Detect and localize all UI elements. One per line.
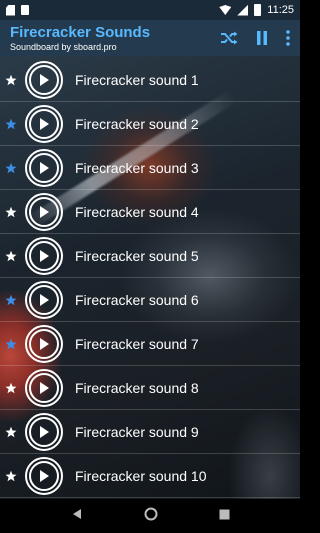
shuffle-icon[interactable] [220,31,238,45]
sound-label: Firecracker sound 10 [75,467,207,484]
sound-row-2[interactable]: Firecracker sound 2 [0,102,300,146]
play-button[interactable] [25,60,63,99]
app-title: Firecracker Sounds [10,23,151,41]
play-button[interactable] [25,412,63,451]
wifi-icon [219,5,232,15]
pause-icon[interactable] [256,31,268,45]
battery-icon [254,4,262,16]
star-icon[interactable] [0,470,22,482]
sound-row-7[interactable]: Firecracker sound 7 [0,322,300,366]
app-bar: Firecracker Sounds Soundboard by sboard.… [0,20,300,56]
star-icon[interactable] [0,118,22,130]
sound-label: Firecracker sound 9 [75,423,199,440]
app-subtitle: Soundboard by sboard.pro [10,41,117,52]
play-button[interactable] [25,280,63,319]
star-icon[interactable] [0,426,22,438]
star-icon[interactable] [0,338,22,350]
sound-row-1[interactable]: Firecracker sound 1 [0,58,300,102]
notification-icon [21,5,29,15]
back-icon[interactable] [71,507,83,525]
play-button[interactable] [25,192,63,231]
more-vert-icon[interactable] [286,30,290,46]
sound-label: Firecracker sound 6 [75,291,199,308]
play-button[interactable] [25,104,63,143]
sd-card-icon [6,4,15,16]
status-bar: 11:25 [0,0,300,20]
sound-row-6[interactable]: Firecracker sound 6 [0,278,300,322]
star-icon[interactable] [0,294,22,306]
navigation-bar [0,499,300,533]
recents-icon[interactable] [219,507,230,525]
sound-label: Firecracker sound 7 [75,335,199,352]
sound-row-4[interactable]: Firecracker sound 4 [0,190,300,234]
sound-list: Firecracker sound 1 Firecracker sound 2 … [0,56,300,499]
sound-label: Firecracker sound 4 [75,203,199,220]
star-icon[interactable] [0,250,22,262]
play-button[interactable] [25,236,63,275]
play-button[interactable] [25,324,63,363]
sound-row-5[interactable]: Firecracker sound 5 [0,234,300,278]
home-icon[interactable] [144,507,158,526]
signal-icon [237,4,249,16]
star-icon[interactable] [0,162,22,174]
star-icon[interactable] [0,206,22,218]
status-time: 11:25 [267,4,294,16]
sound-row-10[interactable]: Firecracker sound 10 [0,454,300,498]
sound-row-8[interactable]: Firecracker sound 8 [0,366,300,410]
sound-row-9[interactable]: Firecracker sound 9 [0,410,300,454]
sound-label: Firecracker sound 3 [75,159,199,176]
star-icon[interactable] [0,74,22,86]
sound-label: Firecracker sound 8 [75,379,199,396]
play-button[interactable] [25,456,63,495]
sound-row-3[interactable]: Firecracker sound 3 [0,146,300,190]
star-icon[interactable] [0,382,22,394]
sound-label: Firecracker sound 5 [75,247,199,264]
play-button[interactable] [25,368,63,407]
sound-label: Firecracker sound 2 [75,115,199,132]
sound-label: Firecracker sound 1 [75,71,199,88]
play-button[interactable] [25,148,63,187]
